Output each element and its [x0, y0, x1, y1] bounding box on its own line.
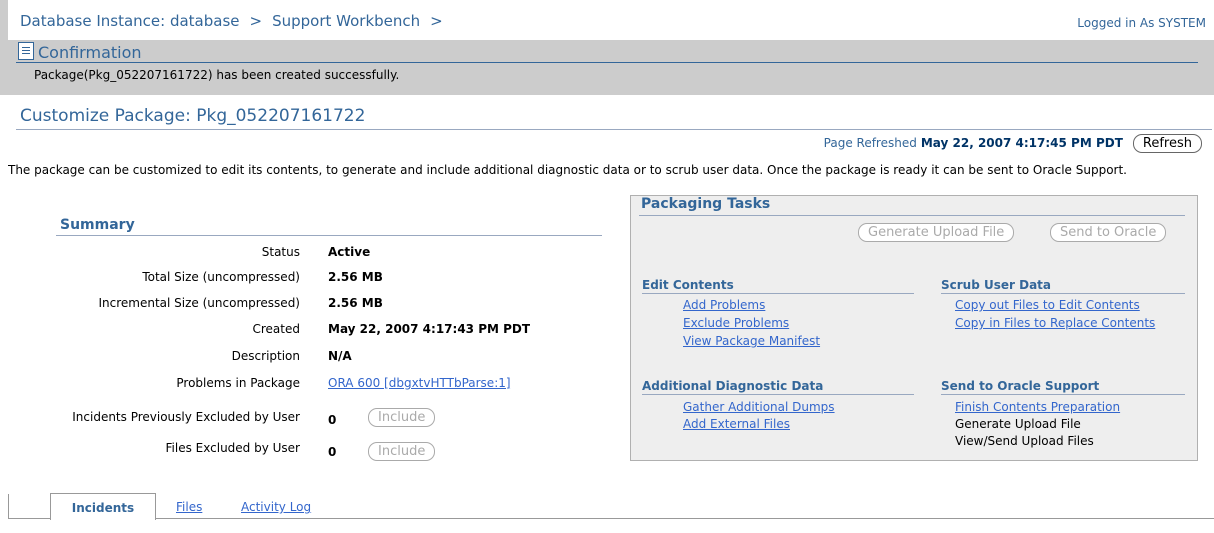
tab-files[interactable]: Files: [176, 500, 202, 514]
breadcrumb-database-instance[interactable]: Database Instance: database: [20, 12, 240, 30]
summary-value: 2.56 MB: [328, 296, 383, 310]
title-divider: [16, 129, 1212, 130]
packaging-tasks-divider: [639, 215, 1185, 216]
refresh-row: Page Refreshed May 22, 2007 4:17:45 PM PD…: [824, 134, 1202, 153]
summary-value: 2.56 MB: [328, 270, 383, 284]
tab-incidents[interactable]: Incidents: [50, 493, 156, 520]
summary-label: Total Size (uncompressed): [142, 270, 300, 284]
summary-value: 0: [328, 413, 337, 427]
confirmation-message: Package(Pkg_052207161722) has been creat…: [34, 68, 400, 82]
send-to-oracle-support-divider: [941, 394, 1185, 395]
summary-value: Active: [328, 245, 371, 259]
copy-in-files-link[interactable]: Copy in Files to Replace Contents: [955, 316, 1155, 330]
additional-diagnostic-title: Additional Diagnostic Data: [642, 379, 824, 393]
problem-link[interactable]: ORA 600 [dbgxtvHTTbParse:1]: [328, 376, 511, 390]
add-problems-link[interactable]: Add Problems: [683, 298, 765, 312]
summary-label: Files Excluded by User: [165, 441, 300, 455]
scrub-user-data-title: Scrub User Data: [941, 278, 1051, 292]
summary-divider: [56, 235, 602, 236]
copy-out-files-link[interactable]: Copy out Files to Edit Contents: [955, 298, 1140, 312]
summary-label: Incidents Previously Excluded by User: [72, 410, 300, 424]
packaging-tasks-title: Packaging Tasks: [641, 196, 771, 212]
refresh-button[interactable]: Refresh: [1132, 134, 1202, 153]
summary-label: Description: [231, 349, 300, 363]
scrub-user-data-divider: [941, 293, 1185, 294]
summary-label: Problems in Package: [176, 376, 300, 390]
page-refreshed-label: Page Refreshed: [823, 136, 917, 150]
tab-incidents-label: Incidents: [71, 501, 135, 515]
breadcrumb: Database Instance: database > Support Work…: [20, 12, 453, 30]
confirmation-title-text: Confirmation: [38, 43, 142, 62]
finish-contents-preparation-link[interactable]: Finish Contents Preparation: [955, 400, 1120, 414]
send-to-oracle-button[interactable]: Send to Oracle: [1050, 223, 1167, 242]
include-files-button[interactable]: Include: [368, 442, 436, 461]
send-to-oracle-support-title: Send to Oracle Support: [941, 379, 1100, 393]
tab-bar-divider: [8, 518, 1214, 519]
generate-upload-file-text: Generate Upload File: [955, 417, 1081, 431]
summary-value: N/A: [328, 349, 352, 363]
include-incidents-button[interactable]: Include: [368, 408, 436, 427]
tab-activity-log[interactable]: Activity Log: [241, 500, 311, 514]
additional-diagnostic-divider: [642, 394, 914, 395]
header-band: Database Instance: database > Support Work…: [0, 0, 1214, 95]
page-title: Customize Package: Pkg_052207161722: [20, 106, 366, 126]
view-package-manifest-link[interactable]: View Package Manifest: [683, 334, 820, 348]
edit-contents-divider: [642, 293, 914, 294]
summary-title: Summary: [60, 217, 135, 233]
tab-bar-edge: [8, 494, 9, 518]
summary-value: 0: [328, 445, 337, 459]
view-send-upload-files-text: View/Send Upload Files: [955, 434, 1094, 448]
breadcrumb-support-workbench[interactable]: Support Workbench: [272, 12, 420, 30]
summary-label: Incremental Size (uncompressed): [98, 296, 300, 310]
summary-label: Created: [252, 322, 301, 336]
exclude-problems-link[interactable]: Exclude Problems: [683, 316, 789, 330]
confirmation-divider: [16, 62, 1198, 63]
summary-value: May 22, 2007 4:17:43 PM PDT: [328, 322, 531, 336]
generate-upload-file-button[interactable]: Generate Upload File: [858, 223, 1015, 242]
page-description: The package can be customized to edit it…: [8, 163, 1127, 177]
page-refreshed-time: May 22, 2007 4:17:45 PM PDT: [920, 136, 1123, 150]
add-external-files-link[interactable]: Add External Files: [683, 417, 790, 431]
breadcrumb-separator: >: [249, 12, 263, 30]
confirmation-icon: [18, 42, 34, 60]
logged-in-status: Logged in As SYSTEM: [1077, 16, 1206, 30]
edit-contents-title: Edit Contents: [642, 278, 734, 292]
gather-additional-dumps-link[interactable]: Gather Additional Dumps: [683, 400, 835, 414]
packaging-tasks-panel: Packaging Tasks Generate Upload File Sen…: [630, 195, 1198, 461]
confirmation-title: Confirmation: [18, 42, 142, 62]
confirmation-box: Confirmation Package(Pkg_052207161722) h…: [16, 40, 1198, 90]
summary-label: Status: [261, 245, 300, 259]
breadcrumb-separator: >: [430, 12, 443, 30]
